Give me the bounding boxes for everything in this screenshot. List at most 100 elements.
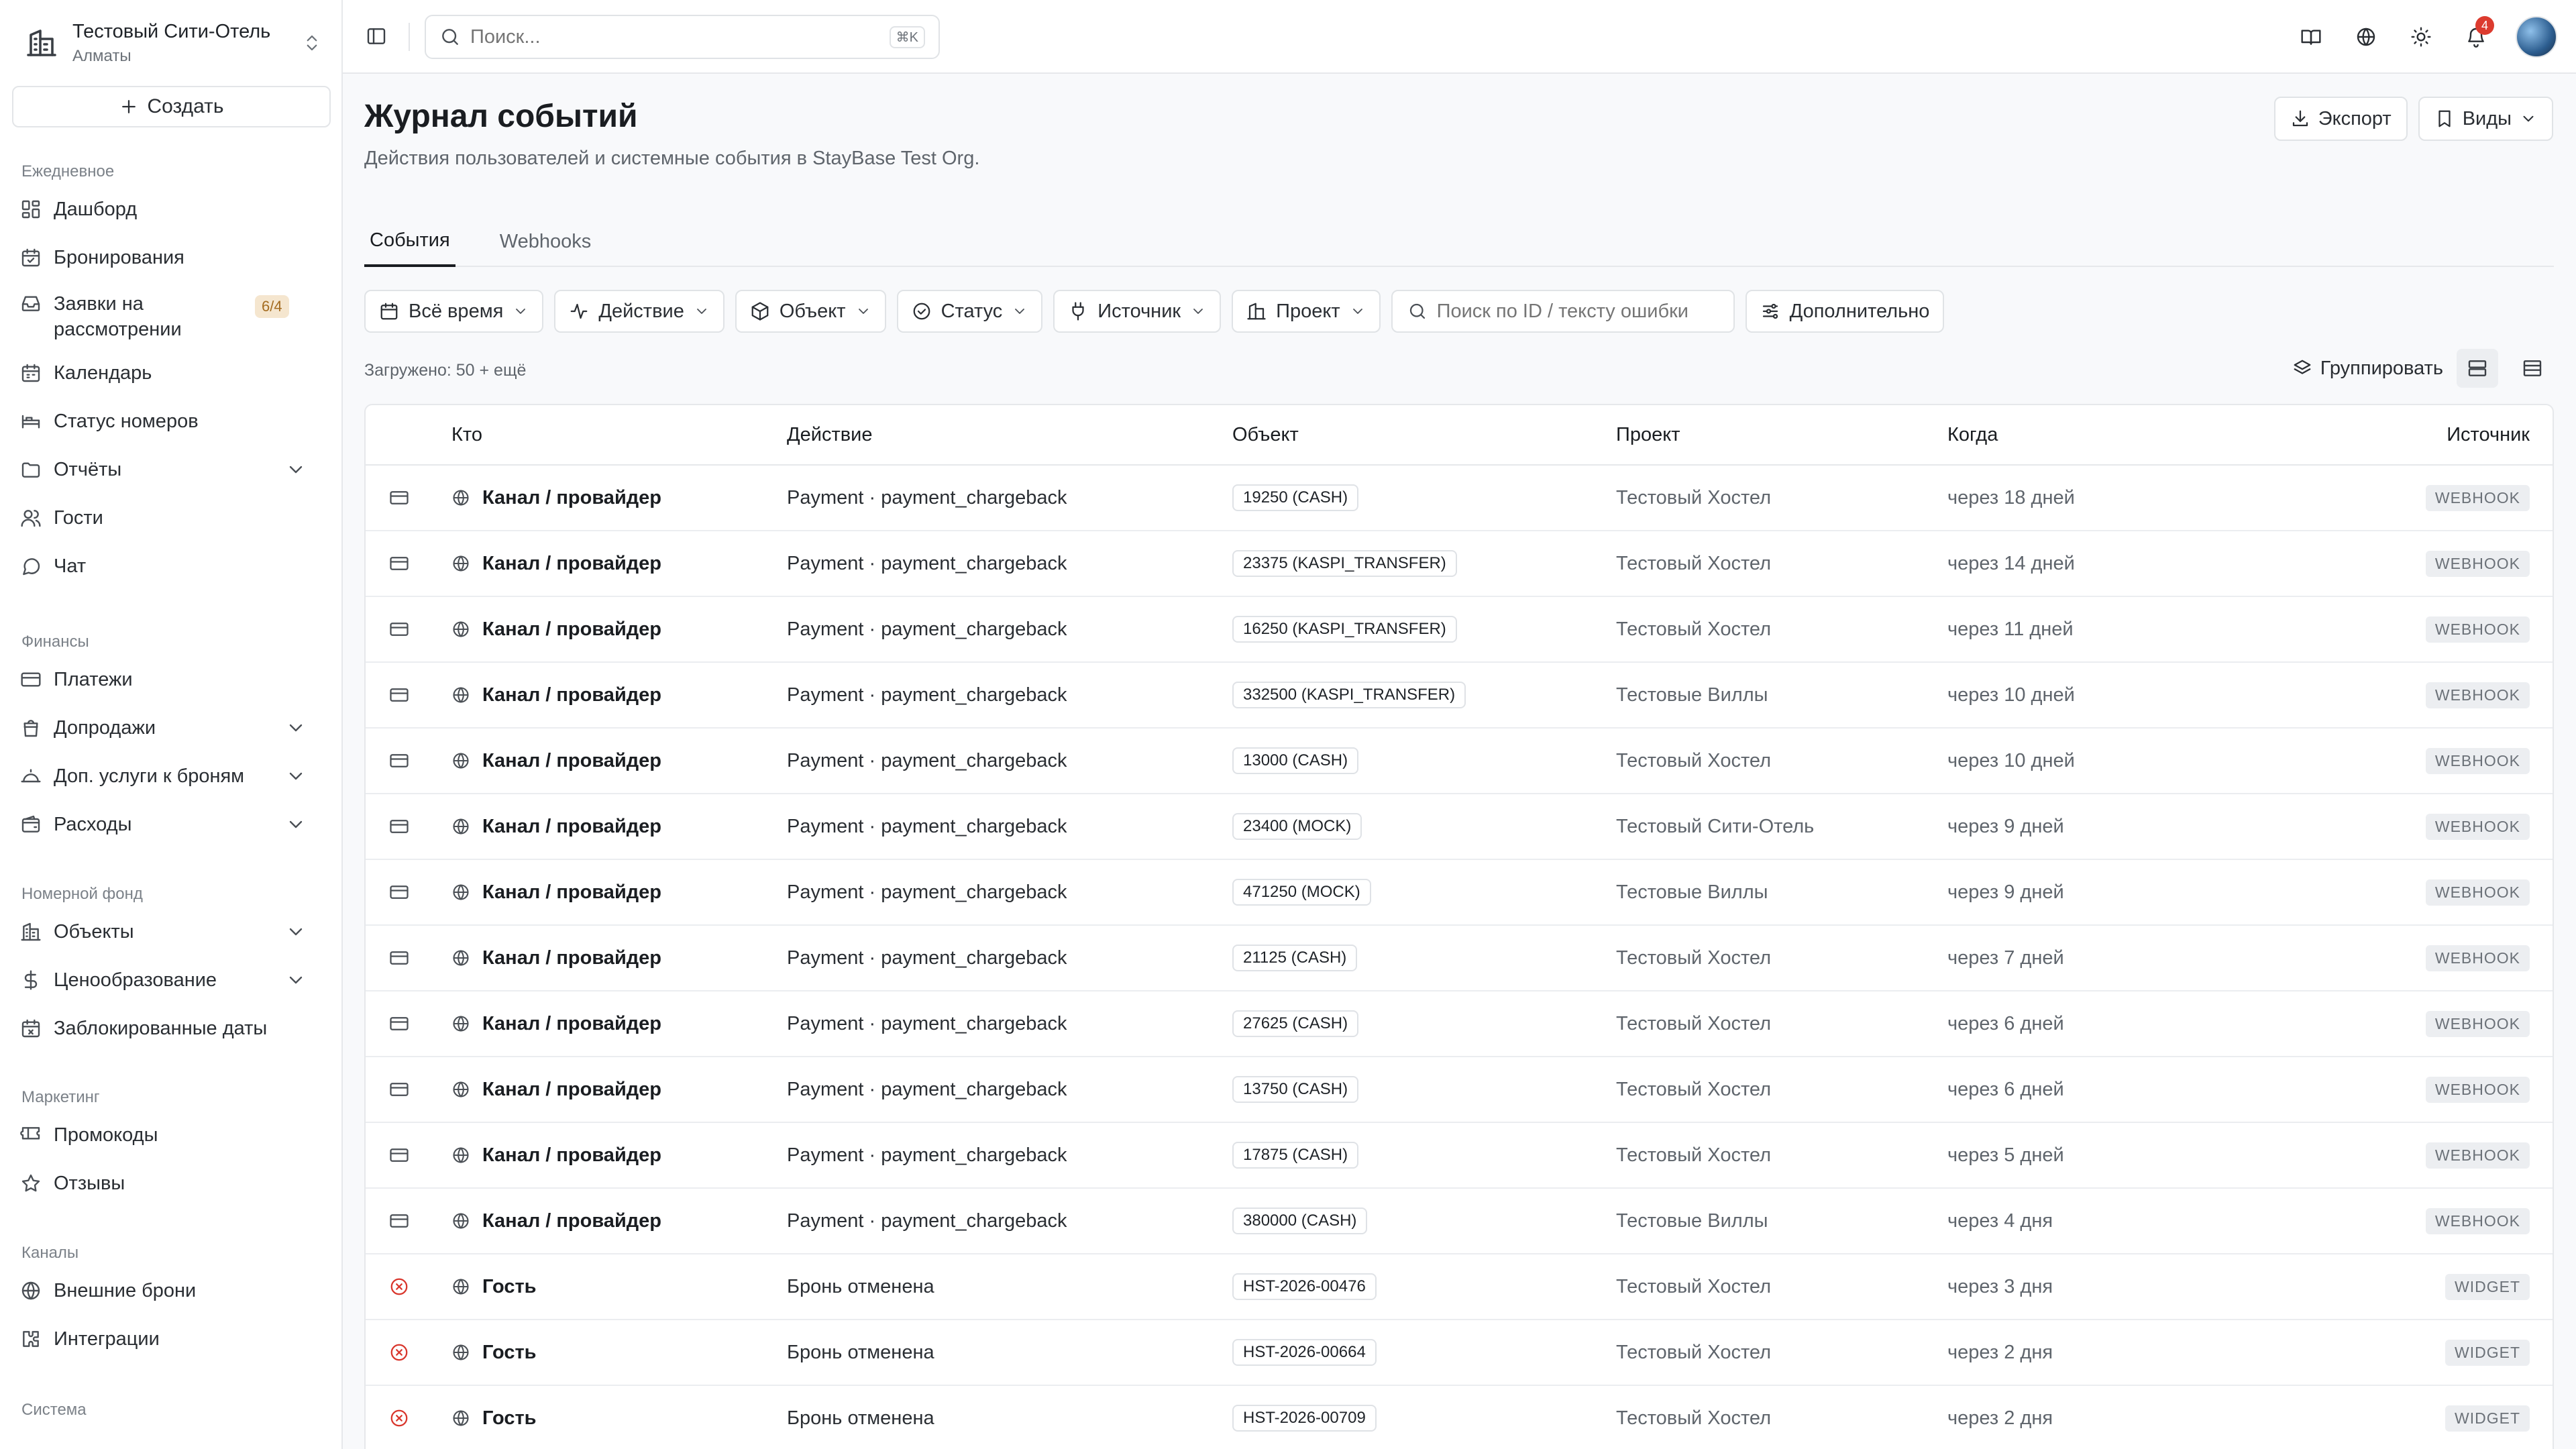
filter-action[interactable]: Действие xyxy=(554,290,724,333)
object-cell: 23375 (KASPI_TRANSFER) xyxy=(1232,550,1616,577)
credit-card-icon xyxy=(20,669,54,690)
create-button-label: Создать xyxy=(147,95,224,117)
table-row[interactable]: Канал / провайдер Payment · payment_charg… xyxy=(366,531,2553,597)
table-row[interactable]: Гость Бронь отменена HST-2026-00709 Тестовы… xyxy=(366,1386,2553,1449)
object-pill[interactable]: HST-2026-00709 xyxy=(1232,1405,1377,1432)
docs-icon[interactable] xyxy=(2296,16,2326,58)
table-row[interactable]: Канал / провайдер Payment · payment_charg… xyxy=(366,926,2553,991)
project-cell: Тестовый Хостел xyxy=(1616,552,1771,574)
column-header[interactable]: Действие xyxy=(787,424,1232,446)
org-switcher[interactable]: Тестовый Сити-Отель Алматы xyxy=(20,15,322,71)
filter-status[interactable]: Статус xyxy=(896,290,1043,333)
object-cell: 332500 (KASPI_TRANSFER) xyxy=(1232,682,1616,708)
table-row[interactable]: Канал / провайдер Payment · payment_charg… xyxy=(366,466,2553,531)
views-button[interactable]: Виды xyxy=(2418,97,2553,141)
column-header[interactable]: Источник xyxy=(2296,424,2553,446)
object-pill[interactable]: 23400 (MOCK) xyxy=(1232,813,1362,840)
tab-events[interactable]: События xyxy=(364,216,455,267)
sidebar-item-payments[interactable]: Платежи xyxy=(0,655,341,704)
object-cell: 17875 (CASH) xyxy=(1232,1142,1616,1169)
table-row[interactable]: Канал / провайдер Payment · payment_charg… xyxy=(366,1057,2553,1123)
table-row[interactable]: Канал / провайдер Payment · payment_charg… xyxy=(366,1123,2553,1189)
object-pill[interactable]: 380000 (CASH) xyxy=(1232,1208,1368,1234)
sidebar-item-bookings[interactable]: Бронирования xyxy=(0,233,341,282)
source-badge: WEBHOOK xyxy=(2425,1076,2530,1103)
sidebar-item-properties[interactable]: Объекты xyxy=(0,908,341,956)
sidebar-item-promocodes[interactable]: Промокоды xyxy=(0,1111,341,1159)
globe-icon xyxy=(451,751,470,770)
theme-sun-icon[interactable] xyxy=(2406,16,2436,58)
table-row[interactable]: Канал / провайдер Payment · payment_charg… xyxy=(366,860,2553,926)
event-search-input[interactable] xyxy=(1436,300,1719,323)
search-shortcut: ⌘K xyxy=(889,25,925,48)
export-button[interactable]: Экспорт xyxy=(2273,97,2408,141)
global-search-input[interactable] xyxy=(470,25,880,48)
requests-count-badge: 6/4 xyxy=(255,295,289,318)
sidebar-item-external-bookings[interactable]: Внешние брони xyxy=(0,1267,341,1315)
object-pill[interactable]: 471250 (MOCK) xyxy=(1232,879,1371,906)
create-button[interactable]: Создать xyxy=(12,86,331,127)
sidebar-item-guests[interactable]: Гости xyxy=(0,494,341,542)
object-pill[interactable]: 17875 (CASH) xyxy=(1232,1142,1359,1169)
object-pill[interactable]: 27625 (CASH) xyxy=(1232,1010,1359,1037)
table-row[interactable]: Канал / провайдер Payment · payment_charg… xyxy=(366,794,2553,860)
object-pill[interactable]: HST-2026-00476 xyxy=(1232,1273,1377,1300)
when-cell: через 3 дня xyxy=(1947,1275,2053,1297)
object-pill[interactable]: 21125 (CASH) xyxy=(1232,945,1358,971)
sidebar-item-dashboard[interactable]: Дашборд xyxy=(0,185,341,233)
sidebar-item-extra-services[interactable]: Доп. услуги к броням xyxy=(0,752,341,800)
table-row[interactable]: Канал / провайдер Payment · payment_charg… xyxy=(366,991,2553,1057)
sidebar-item-expenses[interactable]: Расходы xyxy=(0,800,341,849)
sidebar-item-reports[interactable]: Отчёты xyxy=(0,445,341,494)
object-pill[interactable]: 13000 (CASH) xyxy=(1232,747,1359,774)
column-header[interactable]: Когда xyxy=(1947,424,2296,446)
project-cell: Тестовый Хостел xyxy=(1616,1407,1771,1429)
filter-source[interactable]: Источник xyxy=(1053,290,1222,333)
source-badge: WIDGET xyxy=(2445,1339,2530,1366)
table-row[interactable]: Гость Бронь отменена HST-2026-00476 Тестовы… xyxy=(366,1254,2553,1320)
more-filters-button[interactable]: Дополнительно xyxy=(1745,290,1945,333)
object-pill[interactable]: 19250 (CASH) xyxy=(1232,484,1359,511)
sidebar-item-pricing[interactable]: Ценообразование xyxy=(0,956,341,1004)
notifications-bell-icon[interactable]: 4 xyxy=(2461,16,2494,58)
table-row[interactable]: Канал / провайдер Payment · payment_charg… xyxy=(366,597,2553,663)
sidebar-item-upsells[interactable]: Допродажи xyxy=(0,704,341,752)
filter-period[interactable]: Всё время xyxy=(364,290,544,333)
sidebar-item-requests[interactable]: Заявки на рассмотрении 6/4 xyxy=(0,282,341,349)
tab-webhooks[interactable]: Webhooks xyxy=(494,216,597,267)
user-avatar[interactable] xyxy=(2516,16,2557,58)
language-globe-icon[interactable] xyxy=(2351,16,2381,58)
sidebar-toggle-icon[interactable] xyxy=(366,25,387,47)
column-header[interactable]: Кто xyxy=(433,424,787,446)
sidebar-item-calendar[interactable]: Календарь xyxy=(0,349,341,397)
sidebar-item-reviews[interactable]: Отзывы xyxy=(0,1159,341,1208)
table-row[interactable]: Канал / провайдер Payment · payment_charg… xyxy=(366,663,2553,729)
column-header[interactable]: Объект xyxy=(1232,424,1616,446)
object-pill[interactable]: 16250 (KASPI_TRANSFER) xyxy=(1232,616,1457,643)
object-pill[interactable]: HST-2026-00664 xyxy=(1232,1339,1377,1366)
view-compact-icon[interactable] xyxy=(2512,349,2553,388)
source-badge: WEBHOOK xyxy=(2425,879,2530,906)
page-subtitle: Действия пользователей и системные событ… xyxy=(364,148,980,169)
filter-project[interactable]: Проект xyxy=(1232,290,1381,333)
object-pill[interactable]: 332500 (KASPI_TRANSFER) xyxy=(1232,682,1466,708)
chevron-down-icon xyxy=(1190,303,1206,319)
project-cell: Тестовый Хостел xyxy=(1616,1275,1771,1297)
sidebar-item-label: Интеграции xyxy=(54,1328,160,1350)
object-pill[interactable]: 13750 (CASH) xyxy=(1232,1076,1359,1103)
table-row[interactable]: Гость Бронь отменена HST-2026-00664 Тестовы… xyxy=(366,1320,2553,1386)
view-comfortable-icon[interactable] xyxy=(2457,349,2498,388)
object-pill[interactable]: 23375 (KASPI_TRANSFER) xyxy=(1232,550,1457,577)
table-row[interactable]: Канал / провайдер Payment · payment_charg… xyxy=(366,729,2553,794)
sidebar-item-chat[interactable]: Чат xyxy=(0,542,341,590)
project-cell: Тестовый Хостел xyxy=(1616,749,1771,771)
table-row[interactable]: Канал / провайдер Payment · payment_charg… xyxy=(366,1189,2553,1254)
sidebar-item-integrations[interactable]: Интеграции xyxy=(0,1315,341,1363)
global-search[interactable]: ⌘K xyxy=(425,15,940,59)
sidebar-item-blocked-dates[interactable]: Заблокированные даты xyxy=(0,1004,341,1053)
event-search[interactable] xyxy=(1391,290,1735,333)
column-header[interactable]: Проект xyxy=(1616,424,1947,446)
filter-object[interactable]: Объект xyxy=(735,290,886,333)
group-button[interactable]: Группировать xyxy=(2292,358,2443,380)
sidebar-item-room-status[interactable]: Статус номеров xyxy=(0,397,341,445)
